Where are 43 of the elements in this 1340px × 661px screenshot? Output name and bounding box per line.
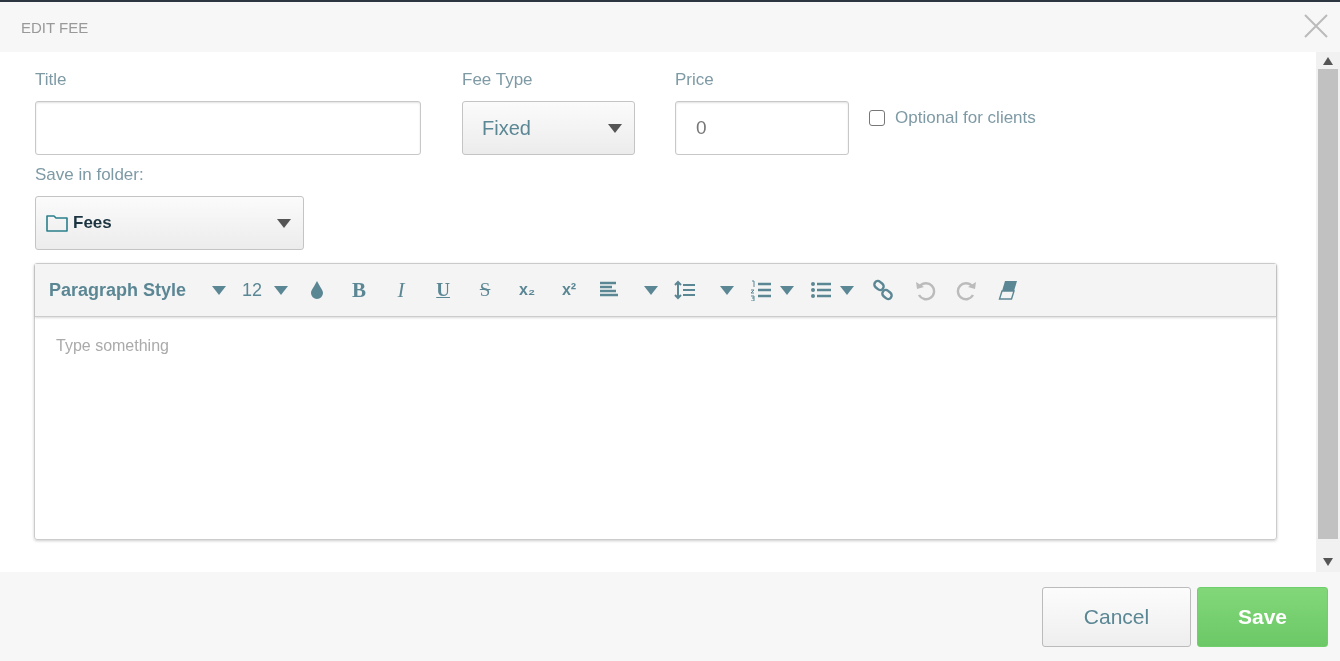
strikethrough-button[interactable]: S (468, 273, 503, 307)
price-input[interactable]: 0 (675, 101, 849, 155)
caret-icon (277, 218, 291, 228)
redo-icon (956, 279, 979, 301)
title-input[interactable] (35, 101, 421, 155)
folder-select[interactable]: Fees (35, 196, 304, 250)
scroll-up-icon (1323, 57, 1333, 65)
undo-icon (914, 279, 937, 301)
link-icon (872, 279, 895, 301)
underline-button[interactable]: U (426, 273, 461, 307)
subscript-button[interactable]: x₂ (510, 273, 545, 307)
toolbar-dropdown[interactable]: 12 (238, 273, 293, 307)
caret-icon (608, 123, 622, 133)
caret-icon (644, 285, 659, 295)
toolbar-dropdown[interactable]: Paragraph Style (45, 273, 231, 307)
editor-text-area[interactable]: Type something (35, 317, 1276, 539)
caret-icon (212, 285, 227, 295)
caret-icon (780, 285, 795, 295)
bullet-list-icon (810, 279, 833, 301)
scrollbar[interactable] (1316, 52, 1340, 572)
italic-button[interactable]: I (384, 273, 419, 307)
fee-type-select[interactable]: Fixed (462, 101, 635, 155)
caret-icon (840, 285, 855, 295)
dialog-title: EDIT FEE (21, 18, 89, 36)
optional-checkbox[interactable]: Optional for clients (869, 108, 1036, 128)
folder-icon (46, 214, 68, 232)
superscript-button[interactable]: x² (552, 273, 587, 307)
numbered-list-icon (750, 279, 773, 301)
field-label: Fee Type (462, 70, 534, 90)
field-label: Save in folder: (35, 165, 145, 185)
checkbox[interactable] (869, 110, 885, 126)
field-label: Title (35, 70, 68, 90)
cancel-button[interactable]: Cancel (1042, 586, 1191, 647)
line-height-icon (674, 279, 697, 301)
field-label: Price (675, 70, 715, 90)
save-button[interactable]: Save (1197, 586, 1328, 647)
scroll-down-icon (1323, 558, 1333, 566)
close-icon (1304, 14, 1328, 38)
bold-button[interactable]: B (342, 273, 377, 307)
checkbox-label: Optional for clients (895, 108, 1036, 128)
caret-icon (720, 285, 735, 295)
caret-icon (274, 285, 289, 295)
scrollbar-thumb[interactable] (1318, 69, 1338, 539)
